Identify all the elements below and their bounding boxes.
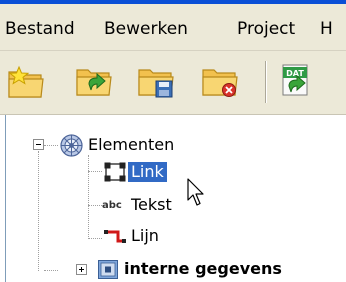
tree-node-lijn[interactable]: Lijn [131, 226, 159, 246]
abc-text-icon: abc [102, 200, 122, 211]
tree-node-interne-gegevens[interactable]: interne gegevens [124, 259, 282, 279]
import-data-icon: DAT [282, 64, 308, 96]
menu-bewerken[interactable]: Bewerken [104, 19, 188, 39]
element-tree[interactable]: Elementen Link abc Tekst Lijn interne ge… [5, 115, 346, 282]
menu-bestand[interactable]: Bestand [5, 19, 75, 39]
import-data-badge: DAT [286, 69, 304, 78]
toolbar: DAT [0, 51, 346, 115]
tree-guide-line [44, 145, 58, 146]
tree-node-tekst[interactable]: Tekst [131, 195, 172, 215]
save-folder-disk-icon [138, 69, 174, 98]
tree-guide-line [38, 151, 39, 271]
tree-node-link[interactable]: Link [128, 162, 167, 182]
tree-guide-line [88, 205, 102, 206]
internal-data-icon [98, 260, 118, 279]
toolbar-separator [265, 61, 267, 103]
mouse-pointer-hand-icon [187, 178, 204, 206]
expand-toggle[interactable] [76, 264, 87, 275]
tree-node-elementen[interactable]: Elementen [88, 135, 174, 155]
menu-project[interactable]: Project [237, 19, 295, 39]
menu-bar: Bestand Bewerken Project H [0, 4, 346, 51]
open-folder-arrow-icon [76, 69, 112, 96]
open-button[interactable] [75, 64, 113, 100]
import-data-button[interactable]: DAT [277, 64, 315, 100]
link-selection-icon [104, 162, 126, 182]
close-project-button[interactable] [201, 64, 239, 100]
collapse-toggle[interactable] [33, 139, 44, 150]
tree-guide-line [88, 155, 89, 239]
tree-guide-line [88, 171, 102, 172]
globe-elements-icon [60, 134, 83, 157]
new-project-folder-star-icon [8, 65, 44, 98]
tree-guide-line [44, 270, 58, 271]
new-project-button[interactable] [7, 64, 45, 100]
tree-guide-line [88, 238, 102, 239]
close-folder-red-x-icon [202, 69, 238, 97]
save-button[interactable] [137, 64, 175, 100]
red-line-icon [104, 230, 126, 243]
menu-help[interactable]: H [320, 19, 333, 39]
